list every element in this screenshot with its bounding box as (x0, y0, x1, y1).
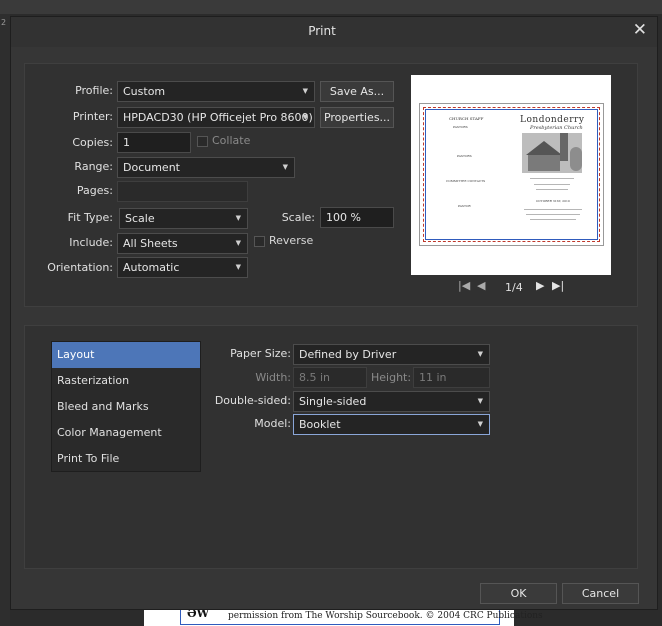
chevron-down-icon: ▼ (477, 350, 483, 358)
chevron-down-icon: ▼ (235, 239, 241, 247)
scale-input[interactable]: 100 % (320, 207, 394, 228)
preview-date: OCTOBER 31ST, 2010 (536, 199, 570, 203)
page-indicator: 1/4 (505, 281, 523, 294)
printer-value: HPDACD30 (HP Officejet Pro 8600) (123, 111, 313, 124)
preview-page-title: Londonderry (520, 115, 585, 125)
width-label: Width: (255, 371, 291, 384)
paper-size-label: Paper Size: (230, 347, 291, 360)
orientation-dropdown[interactable]: Automatic ▼ (117, 257, 248, 278)
chevron-down-icon: ▼ (235, 214, 241, 222)
profile-dropdown[interactable]: Custom ▼ (117, 81, 315, 102)
printer-label: Printer: (72, 110, 113, 123)
include-dropdown[interactable]: All Sheets ▼ (117, 233, 248, 254)
app-toolbar-strip (0, 0, 662, 14)
last-page-icon[interactable]: ▶| (552, 279, 564, 292)
reverse-checkbox[interactable] (254, 236, 265, 247)
profile-value: Custom (123, 85, 166, 98)
category-item-bleed-and-marks[interactable]: Bleed and Marks (52, 394, 200, 420)
preview-sheet: CHURCH STAFF PASTORS PASTORS COMMITTEE C… (419, 103, 604, 246)
double-sided-value: Single-sided (299, 395, 367, 408)
close-icon[interactable]: ✕ (633, 20, 647, 40)
print-dialog: Print ✕ Profile: Custom ▼ Save As... Prin… (10, 16, 658, 610)
orientation-value: Automatic (123, 261, 180, 274)
include-value: All Sheets (123, 237, 178, 250)
chevron-down-icon: ▼ (282, 163, 288, 171)
copies-input[interactable]: 1 (117, 132, 191, 153)
preview-left-sub3: COMMITTEE CONTACTS (446, 179, 486, 183)
preview-page-subtitle: Presbyterian Church (530, 125, 583, 131)
width-input[interactable]: 8.5 in (293, 367, 367, 388)
document-footer-text: permission from The Worship Sourcebook. … (228, 611, 543, 621)
scale-label: Scale: (281, 211, 315, 224)
category-item-layout[interactable]: Layout (52, 342, 200, 368)
preview-left-sub1: PASTORS (453, 125, 468, 129)
preview-left-sub2: PASTORS (457, 154, 472, 158)
pages-input[interactable] (117, 181, 248, 202)
paper-size-dropdown[interactable]: Defined by Driver ▼ (293, 344, 490, 365)
include-label: Include: (69, 236, 113, 249)
properties-button[interactable]: Properties... (320, 107, 394, 128)
pages-label: Pages: (76, 184, 113, 197)
first-page-icon[interactable]: |◀ (458, 279, 470, 292)
printer-dropdown[interactable]: HPDACD30 (HP Officejet Pro 8600) ▼ (117, 107, 315, 128)
chevron-down-icon: ▼ (302, 87, 308, 95)
print-preview: CHURCH STAFF PASTORS PASTORS COMMITTEE C… (411, 75, 611, 275)
orientation-label: Orientation: (47, 261, 113, 274)
category-item-rasterization[interactable]: Rasterization (52, 368, 200, 394)
model-label: Model: (254, 417, 291, 430)
preview-church-image (522, 133, 582, 173)
fit-type-value: Scale (125, 212, 155, 225)
vertical-ruler: 2 (0, 14, 10, 626)
ok-button[interactable]: OK (480, 583, 557, 604)
category-item-print-to-file[interactable]: Print To File (52, 446, 200, 472)
height-input[interactable]: 11 in (413, 367, 490, 388)
save-as-button[interactable]: Save As... (320, 81, 394, 102)
model-value: Booklet (299, 418, 341, 431)
previous-page-icon[interactable]: ◀ (477, 279, 485, 292)
double-sided-label: Double-sided: (214, 394, 291, 407)
ruler-label: 2 (1, 18, 7, 27)
preview-left-sub4: PASTOR (458, 204, 471, 208)
range-label: Range: (74, 160, 113, 173)
chevron-down-icon: ▼ (302, 113, 308, 121)
height-label: Height: (371, 371, 412, 384)
preview-left-heading: CHURCH STAFF (449, 116, 484, 121)
cancel-button[interactable]: Cancel (562, 583, 639, 604)
dialog-titlebar: Print ✕ (11, 17, 657, 47)
paper-size-value: Defined by Driver (299, 348, 397, 361)
category-item-color-management[interactable]: Color Management (52, 420, 200, 446)
range-value: Document (123, 161, 180, 174)
collate-checkbox[interactable] (197, 136, 208, 147)
profile-label: Profile: (75, 84, 113, 97)
chevron-down-icon: ▼ (235, 263, 241, 271)
copies-label: Copies: (72, 136, 113, 149)
model-dropdown[interactable]: Booklet ▼ (293, 414, 490, 435)
category-list: Layout Rasterization Bleed and Marks Col… (51, 341, 201, 472)
chevron-down-icon: ▼ (477, 397, 483, 405)
fit-type-dropdown[interactable]: Scale ▼ (119, 208, 248, 229)
double-sided-dropdown[interactable]: Single-sided ▼ (293, 391, 490, 412)
reverse-label: Reverse (269, 234, 314, 247)
chevron-down-icon: ▼ (477, 420, 483, 428)
fit-type-label: Fit Type: (67, 211, 113, 224)
dialog-title: Print (308, 24, 336, 38)
collate-label: Collate (212, 134, 251, 147)
next-page-icon[interactable]: ▶ (536, 279, 544, 292)
range-dropdown[interactable]: Document ▼ (117, 157, 295, 178)
